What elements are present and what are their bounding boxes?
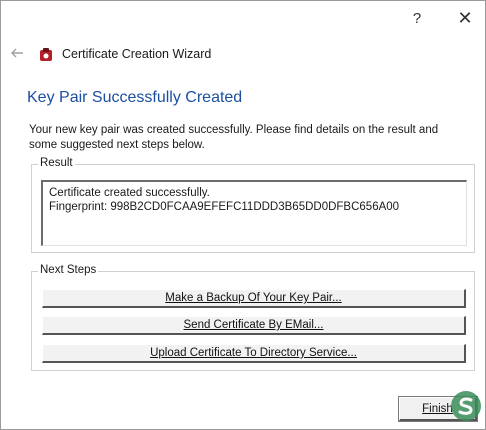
close-button[interactable]: ✕ — [453, 7, 477, 29]
next-steps-group: Next Steps Make a Backup Of Your Key Pai… — [31, 264, 475, 371]
send-certificate-button[interactable]: Send Certificate By EMail... — [42, 316, 466, 335]
watermark-logo-icon — [451, 391, 481, 421]
page-description: Your new key pair was created successful… — [29, 124, 439, 151]
certificate-app-icon — [40, 48, 52, 61]
result-textbox[interactable]: Certificate created successfully. Finger… — [41, 180, 467, 246]
wizard-title: Certificate Creation Wizard — [62, 47, 212, 61]
upload-certificate-button[interactable]: Upload Certificate To Directory Service.… — [42, 344, 466, 363]
backup-key-pair-button[interactable]: Make a Backup Of Your Key Pair... — [42, 289, 466, 308]
result-legend: Result — [38, 157, 75, 169]
next-steps-legend: Next Steps — [38, 264, 99, 276]
back-arrow-icon[interactable] — [9, 45, 25, 61]
help-button[interactable]: ? — [405, 7, 429, 29]
page-heading: Key Pair Successfully Created — [27, 89, 243, 106]
wizard-window: ? ✕ Certificate Creation Wizard Key Pair… — [0, 0, 486, 430]
result-status-text: Certificate created successfully. — [49, 187, 210, 199]
result-group: Result Certificate created successfully.… — [31, 157, 475, 253]
fingerprint-text: Fingerprint: 998B2CD0FCAA9EFEFC11DDD3B65… — [49, 201, 400, 213]
